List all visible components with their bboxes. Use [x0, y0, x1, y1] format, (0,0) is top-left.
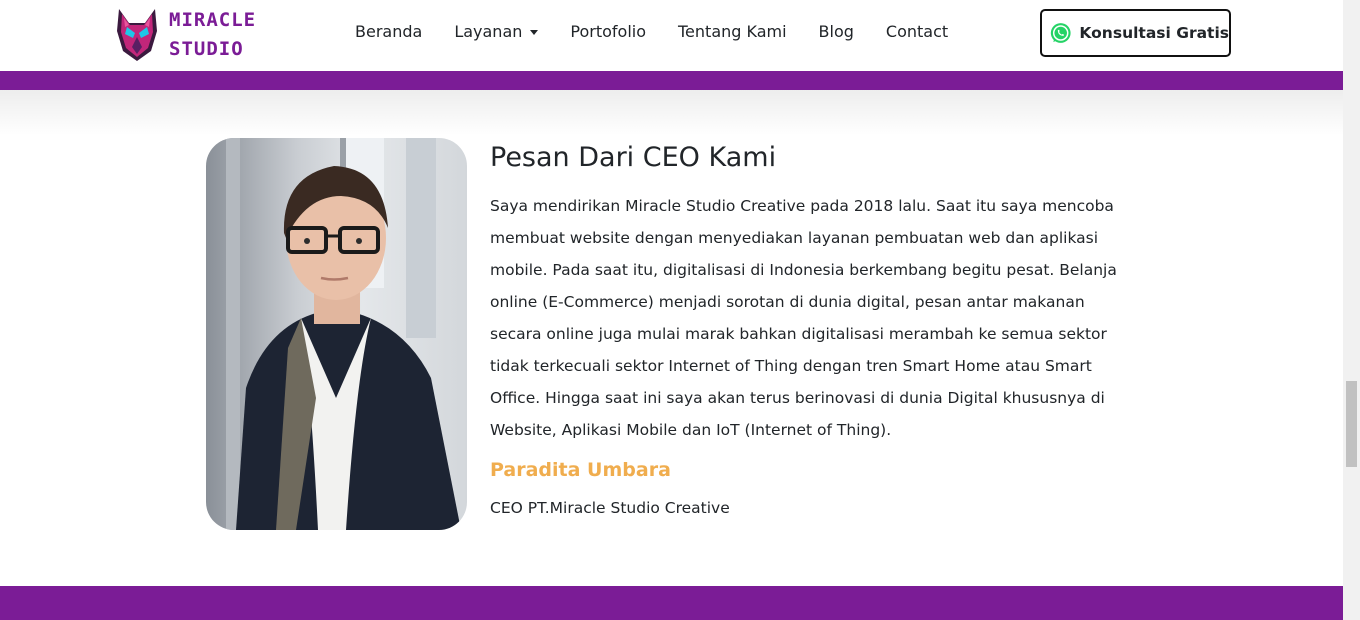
logo-link[interactable]: MIRACLE STUDIO [113, 6, 256, 64]
vertical-scrollbar[interactable] [1343, 0, 1360, 620]
section-title: Pesan Dari CEO Kami [490, 142, 777, 173]
whatsapp-icon [1050, 23, 1071, 43]
logo-text: MIRACLE STUDIO [169, 6, 256, 64]
navbar: MIRACLE STUDIO Beranda Layanan Portofoli… [0, 0, 1343, 71]
purple-band [0, 586, 1343, 620]
konsultasi-gratis-button[interactable]: Konsultasi Gratis [1040, 9, 1231, 57]
ceo-name: Paradita Umbara [490, 459, 671, 481]
konsultasi-gratis-label: Konsultasi Gratis [1079, 24, 1229, 42]
nav-blog[interactable]: Blog [819, 20, 854, 44]
nav-beranda[interactable]: Beranda [355, 20, 422, 44]
header-accent-strip [0, 71, 1343, 90]
ceo-photo [206, 138, 467, 530]
caret-down-icon [530, 29, 539, 35]
wolf-logo-icon [117, 9, 157, 61]
ceo-message-section: Pesan Dari CEO Kami Saya mendirikan Mira… [490, 140, 1150, 520]
logo-line-2: STUDIO [169, 38, 244, 60]
nav-layanan-label: Layanan [454, 22, 523, 41]
ceo-role: CEO PT.Miracle Studio Creative [490, 499, 730, 517]
nav-layanan-dropdown[interactable]: Layanan [454, 20, 539, 44]
main-nav: Beranda Layanan Portofolio Tentang Kami … [355, 20, 980, 44]
nav-portofolio[interactable]: Portofolio [570, 20, 646, 44]
nav-tentang-kami[interactable]: Tentang Kami [678, 20, 787, 44]
ceo-message: Saya mendirikan Miracle Studio Creative … [490, 197, 1117, 439]
page: MIRACLE STUDIO Beranda Layanan Portofoli… [0, 0, 1343, 620]
nav-contact[interactable]: Contact [886, 20, 948, 44]
scrollbar-thumb[interactable] [1346, 381, 1357, 467]
logo-line-1: MIRACLE [169, 9, 257, 31]
header-shadow [0, 90, 1343, 136]
